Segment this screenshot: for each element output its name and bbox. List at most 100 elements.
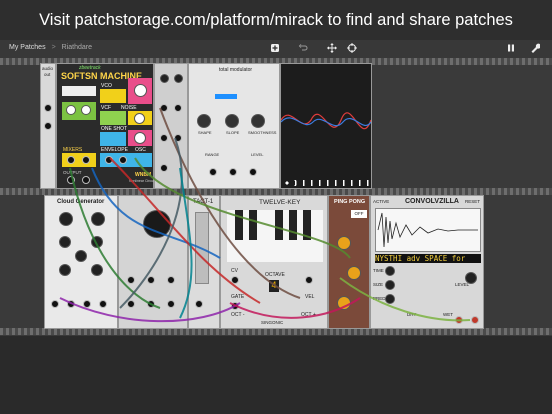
undo-icon — [298, 44, 308, 51]
cv-label: CV — [231, 268, 238, 274]
tact-touch-strip[interactable] — [195, 212, 209, 284]
utility-knob[interactable] — [160, 74, 169, 83]
audio-out-jack-l[interactable] — [44, 104, 52, 112]
length-knob[interactable] — [59, 264, 71, 276]
utility-jack[interactable] — [174, 134, 182, 142]
slope-knob[interactable] — [225, 114, 239, 128]
mixer-jack[interactable] — [127, 276, 135, 284]
twelve-key-footer: SINGONIC — [261, 320, 284, 325]
convolvzilla-out-jack[interactable] — [471, 316, 479, 324]
total-modulator-jack[interactable] — [229, 168, 237, 176]
softsn-vco-panel — [100, 89, 126, 103]
softsn-knob[interactable] — [81, 105, 91, 115]
softsn-knob[interactable] — [66, 105, 76, 115]
wet-label: WET — [443, 312, 453, 317]
pause-button[interactable] — [505, 43, 517, 55]
time-knob[interactable] — [385, 266, 395, 276]
convolvzilla-in-jack[interactable] — [455, 316, 463, 324]
softsn-jack[interactable] — [82, 176, 90, 184]
twelve-key-jack[interactable] — [231, 302, 239, 310]
cloud-generator-module[interactable]: Cloud Generator — [44, 195, 118, 329]
mixer-module[interactable] — [118, 195, 188, 329]
total-modulator-jack[interactable] — [249, 168, 257, 176]
size-knob[interactable] — [385, 280, 395, 290]
pulse-knob[interactable] — [91, 212, 105, 226]
softsn-knob[interactable] — [134, 132, 146, 144]
cloud-generator-jack[interactable] — [83, 300, 91, 308]
breadcrumb-my-patches[interactable]: My Patches — [9, 44, 46, 51]
shape-knob[interactable] — [197, 114, 211, 128]
tact-module[interactable]: TACT-1 — [188, 195, 220, 329]
size-label: SIZE — [373, 282, 384, 287]
add-module-button[interactable] — [269, 43, 281, 55]
chaos-knob[interactable] — [91, 264, 103, 276]
impulse-display — [375, 208, 481, 252]
softsn-jack[interactable] — [119, 156, 127, 164]
twelve-key-jack[interactable] — [231, 276, 239, 284]
total-modulator-led-bar — [215, 94, 237, 99]
charge-knob[interactable] — [59, 212, 73, 226]
utility-jack[interactable] — [174, 104, 182, 112]
rack-canvas[interactable]: audio out zbeetrack SOFTSN MACHINE VCO V… — [0, 58, 552, 336]
mixer-jack[interactable] — [147, 276, 155, 284]
utility-jack[interactable] — [160, 104, 168, 112]
black-key[interactable] — [289, 210, 297, 240]
target-button[interactable] — [346, 43, 358, 55]
ping-pong-knob[interactable] — [337, 236, 351, 250]
twelve-key-module[interactable]: TWELVE-KEY OCTAVE 4 CV GATE VEL OCT - OC… — [220, 195, 328, 329]
softsn-jack[interactable] — [82, 156, 90, 164]
mixer-jack[interactable] — [167, 276, 175, 284]
mixer-big-knob[interactable] — [143, 210, 171, 238]
utility-jack[interactable] — [160, 164, 168, 172]
scope-controls[interactable] — [283, 180, 369, 186]
twelve-key-keyboard[interactable] — [227, 210, 323, 262]
convolvzilla-module[interactable]: ACTIVE CONVOLVZILLA RESET NYSTHI adv SPA… — [370, 195, 484, 329]
utility-knob[interactable] — [174, 74, 183, 83]
cloud-generator-jack[interactable] — [51, 300, 59, 308]
move-button[interactable] — [326, 43, 338, 55]
mixer-jack[interactable] — [127, 300, 135, 308]
undo-button[interactable] — [297, 43, 309, 55]
softsn-jack[interactable] — [105, 156, 113, 164]
audio-out-label-bottom: out — [44, 72, 51, 77]
smoothness-knob[interactable] — [251, 114, 265, 128]
black-key[interactable] — [303, 210, 311, 240]
total-modulator-module[interactable]: total modulator SHAPE SLOPE SMOOTHNESS R… — [188, 63, 280, 189]
black-key[interactable] — [235, 210, 243, 240]
level-knob[interactable] — [465, 272, 477, 284]
black-key[interactable] — [275, 210, 283, 240]
cloud-generator-jack[interactable] — [67, 300, 75, 308]
freeze-switch[interactable]: OFF — [351, 210, 367, 218]
pw-knob[interactable] — [59, 236, 71, 248]
ping-pong-module[interactable]: PING PONG OFF — [328, 195, 370, 329]
mixer-jack[interactable] — [167, 300, 175, 308]
twelve-key-jack[interactable] — [305, 276, 313, 284]
utility-module[interactable] — [154, 63, 188, 189]
density-knob[interactable] — [75, 250, 87, 262]
softsn-one-shot-panel — [100, 132, 126, 146]
softsn-jack[interactable] — [67, 176, 75, 184]
softsn-machine-module[interactable]: zbeetrack SOFTSN MACHINE VCO VCF NOISE O… — [56, 63, 157, 189]
twelve-key-title: TWELVE-KEY — [259, 199, 301, 206]
smoothness-label: SMOOTHNESS — [248, 130, 277, 135]
mixer-jack[interactable] — [147, 300, 155, 308]
crosshair-icon — [347, 43, 357, 53]
rack-rail-bottom — [0, 328, 552, 335]
cloud-generator-jack[interactable] — [99, 300, 107, 308]
utility-jack[interactable] — [160, 134, 168, 142]
active-label: ACTIVE — [373, 199, 390, 204]
total-modulator-jack[interactable] — [209, 168, 217, 176]
ping-pong-knob[interactable] — [337, 296, 351, 310]
black-key[interactable] — [249, 210, 257, 240]
tact-jack[interactable] — [195, 300, 203, 308]
settings-button[interactable] — [529, 43, 541, 55]
predly-knob[interactable] — [385, 294, 395, 304]
audio-out-jack-r[interactable] — [44, 122, 52, 130]
audio-out-module[interactable]: audio out — [40, 63, 56, 189]
softsn-knob[interactable] — [134, 113, 145, 124]
scope-module[interactable] — [280, 63, 372, 189]
softsn-knob[interactable] — [134, 84, 147, 97]
ping-pong-knob[interactable] — [347, 266, 361, 280]
softsn-jack[interactable] — [67, 156, 75, 164]
spread-knob[interactable] — [91, 236, 103, 248]
